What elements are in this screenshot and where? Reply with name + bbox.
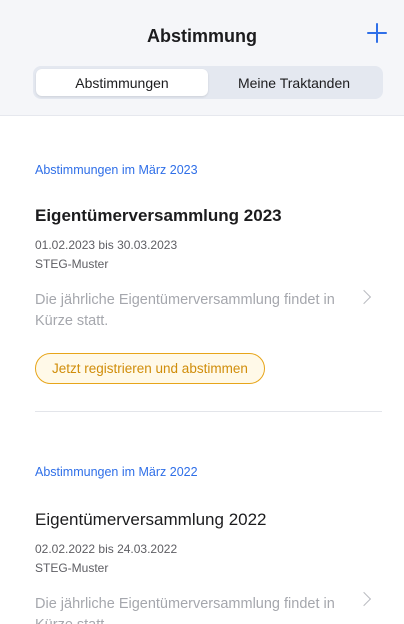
segmented-control: Abstimmungen Meine Traktanden [33, 66, 383, 99]
chevron-right-icon[interactable] [356, 289, 372, 305]
voting-description: Die jährliche Eigentümerversammlung find… [35, 292, 335, 329]
section-label: Abstimmungen im März 2022 [35, 465, 198, 479]
tab-meine-traktanden[interactable]: Meine Traktanden [208, 69, 380, 96]
register-vote-button[interactable]: Jetzt registrieren und abstimmen [35, 353, 265, 384]
chevron-right-icon[interactable] [356, 591, 372, 607]
page-title: Abstimmung [147, 26, 257, 46]
voting-title[interactable]: Eigentümerversammlung 2022 [35, 510, 267, 530]
section-label: Abstimmungen im März 2023 [35, 163, 198, 177]
voting-description: Die jährliche Eigentümerversammlung find… [35, 596, 335, 624]
voting-title[interactable]: Eigentümerversammlung 2023 [35, 206, 282, 226]
voting-screen: Abstimmung Abstimmungen Meine Traktanden… [0, 0, 404, 624]
header: Abstimmung Abstimmungen Meine Traktanden [0, 0, 404, 116]
divider [35, 411, 382, 412]
plus-icon[interactable] [364, 20, 390, 46]
voting-owner: STEG-Muster [35, 257, 109, 271]
tab-abstimmungen[interactable]: Abstimmungen [36, 69, 208, 96]
voting-dates: 02.02.2022 bis 24.03.2022 [35, 542, 178, 556]
voting-dates: 01.02.2023 bis 30.03.2023 [35, 238, 178, 252]
voting-owner: STEG-Muster [35, 561, 109, 575]
